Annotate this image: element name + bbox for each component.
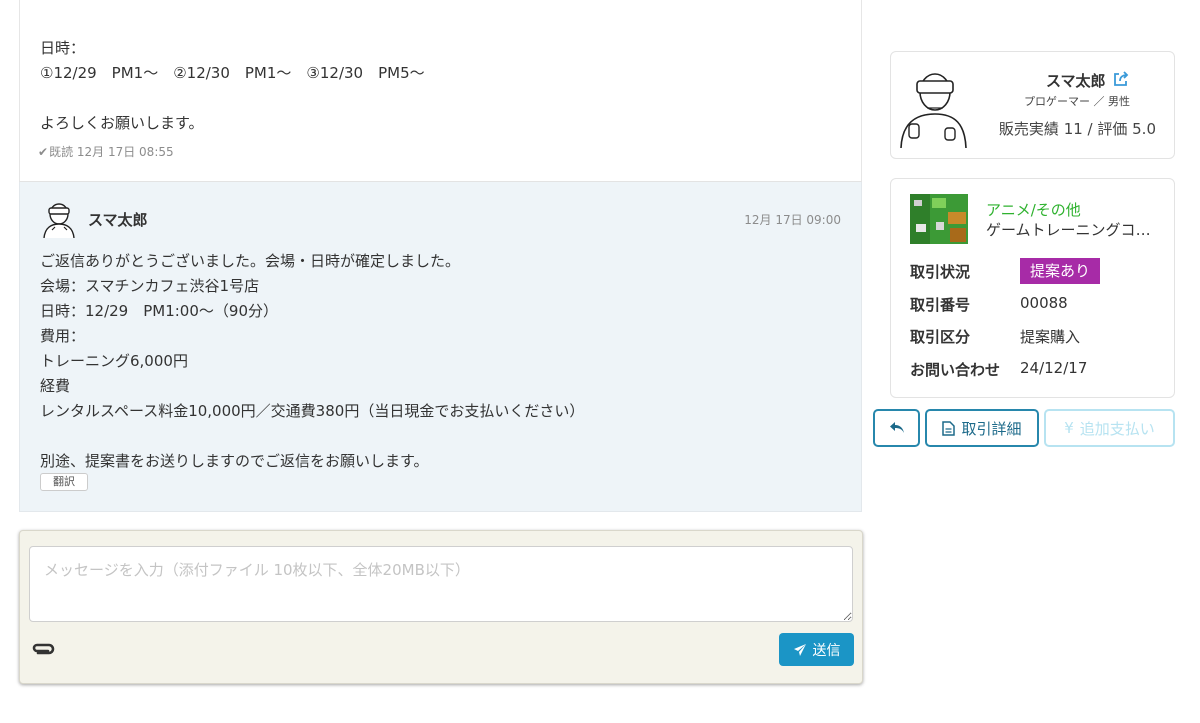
seller-name[interactable]: スマ太郎 xyxy=(1046,70,1106,91)
deal-number-value: 00088 xyxy=(1020,294,1068,312)
message-line: よろしくお願いします。 xyxy=(40,114,204,132)
reply-icon xyxy=(889,422,904,433)
additional-payment-label: 追加支払い xyxy=(1079,419,1155,438)
message-time: 12月 17日 09:00 xyxy=(744,213,841,227)
product-thumbnail[interactable] xyxy=(910,194,968,244)
message-line: 別途、提案書をお送りしますのでご返信をお願いします。 xyxy=(40,452,429,470)
read-status: ✔既読 12月 17日 08:55 xyxy=(38,145,174,159)
seller-avatar xyxy=(900,73,967,148)
send-icon xyxy=(793,643,806,656)
paperclip-icon[interactable] xyxy=(31,641,55,657)
previous-message: 日時： ①12/29 PM1～ ②12/30 PM1～ ③12/30 PM5～ … xyxy=(19,0,862,182)
deal-type-label: 取引区分 xyxy=(910,328,971,346)
message-input[interactable] xyxy=(29,546,853,622)
message-line: 会場：スマチンカフェ渋谷1号店 xyxy=(40,277,260,295)
additional-payment-button[interactable]: ¥ 追加支払い xyxy=(1044,409,1175,447)
send-button[interactable]: 送信 xyxy=(779,633,854,666)
sender-name: スマ太郎 xyxy=(88,211,148,229)
chat-thread: 日時： ①12/29 PM1～ ②12/30 PM1～ ③12/30 PM5～ … xyxy=(19,0,862,512)
message-line: ご返信ありがとうございました。会場・日時が確定しました。 xyxy=(40,252,461,270)
deal-type-value: 提案購入 xyxy=(1020,328,1081,346)
status-badge: 提案あり xyxy=(1020,258,1100,284)
message: スマ太郎 12月 17日 09:00 ご返信ありがとうございました。会場・日時が… xyxy=(19,182,862,512)
deal-number-label: 取引番号 xyxy=(910,296,971,314)
message-line: 経費 xyxy=(40,377,71,395)
inquiry-label: お問い合わせ xyxy=(910,361,1001,379)
avatar xyxy=(43,203,75,238)
product-title[interactable]: ゲームトレーニングコーチ xyxy=(986,219,1164,240)
inquiry-date: 24/12/17 xyxy=(1020,359,1088,377)
check-icon: ✔ xyxy=(38,145,49,159)
compose-box: 送信 xyxy=(19,530,863,684)
message-line: 費用： xyxy=(40,327,86,345)
seller-stats: 販売実績 11 / 評価 5.0 xyxy=(998,120,1156,138)
back-button[interactable] xyxy=(873,409,920,447)
message-line: 日時： xyxy=(40,39,86,57)
message-line: レンタルスペース料金10,000円／交通費380円（当日現金でお支払いください） xyxy=(40,402,585,420)
yen-icon: ¥ xyxy=(1064,419,1074,437)
message-line: 日時：12/29 PM1:00～（90分） xyxy=(40,302,278,320)
translate-button[interactable]: 翻訳 xyxy=(40,473,88,491)
deal-detail-label: 取引詳細 xyxy=(961,419,1022,438)
deal-detail-button[interactable]: 取引詳細 xyxy=(925,409,1039,447)
product-category[interactable]: アニメ/その他 xyxy=(986,199,1081,220)
document-icon xyxy=(942,420,956,436)
message-line: トレーニング6,000円 xyxy=(40,352,188,370)
deal-info-card: アニメ/その他 ゲームトレーニングコーチ 取引状況 提案あり 取引番号 0008… xyxy=(890,178,1175,398)
status-label: 取引状況 xyxy=(910,263,971,281)
seller-role: プロゲーマー ／ 男性 xyxy=(1024,95,1130,108)
send-label: 送信 xyxy=(812,642,841,659)
seller-profile-card: スマ太郎 プロゲーマー ／ 男性 販売実績 11 / 評価 5.0 xyxy=(890,51,1175,159)
share-icon[interactable] xyxy=(1112,70,1130,88)
message-line: ①12/29 PM1～ ②12/30 PM1～ ③12/30 PM5～ xyxy=(40,64,425,82)
